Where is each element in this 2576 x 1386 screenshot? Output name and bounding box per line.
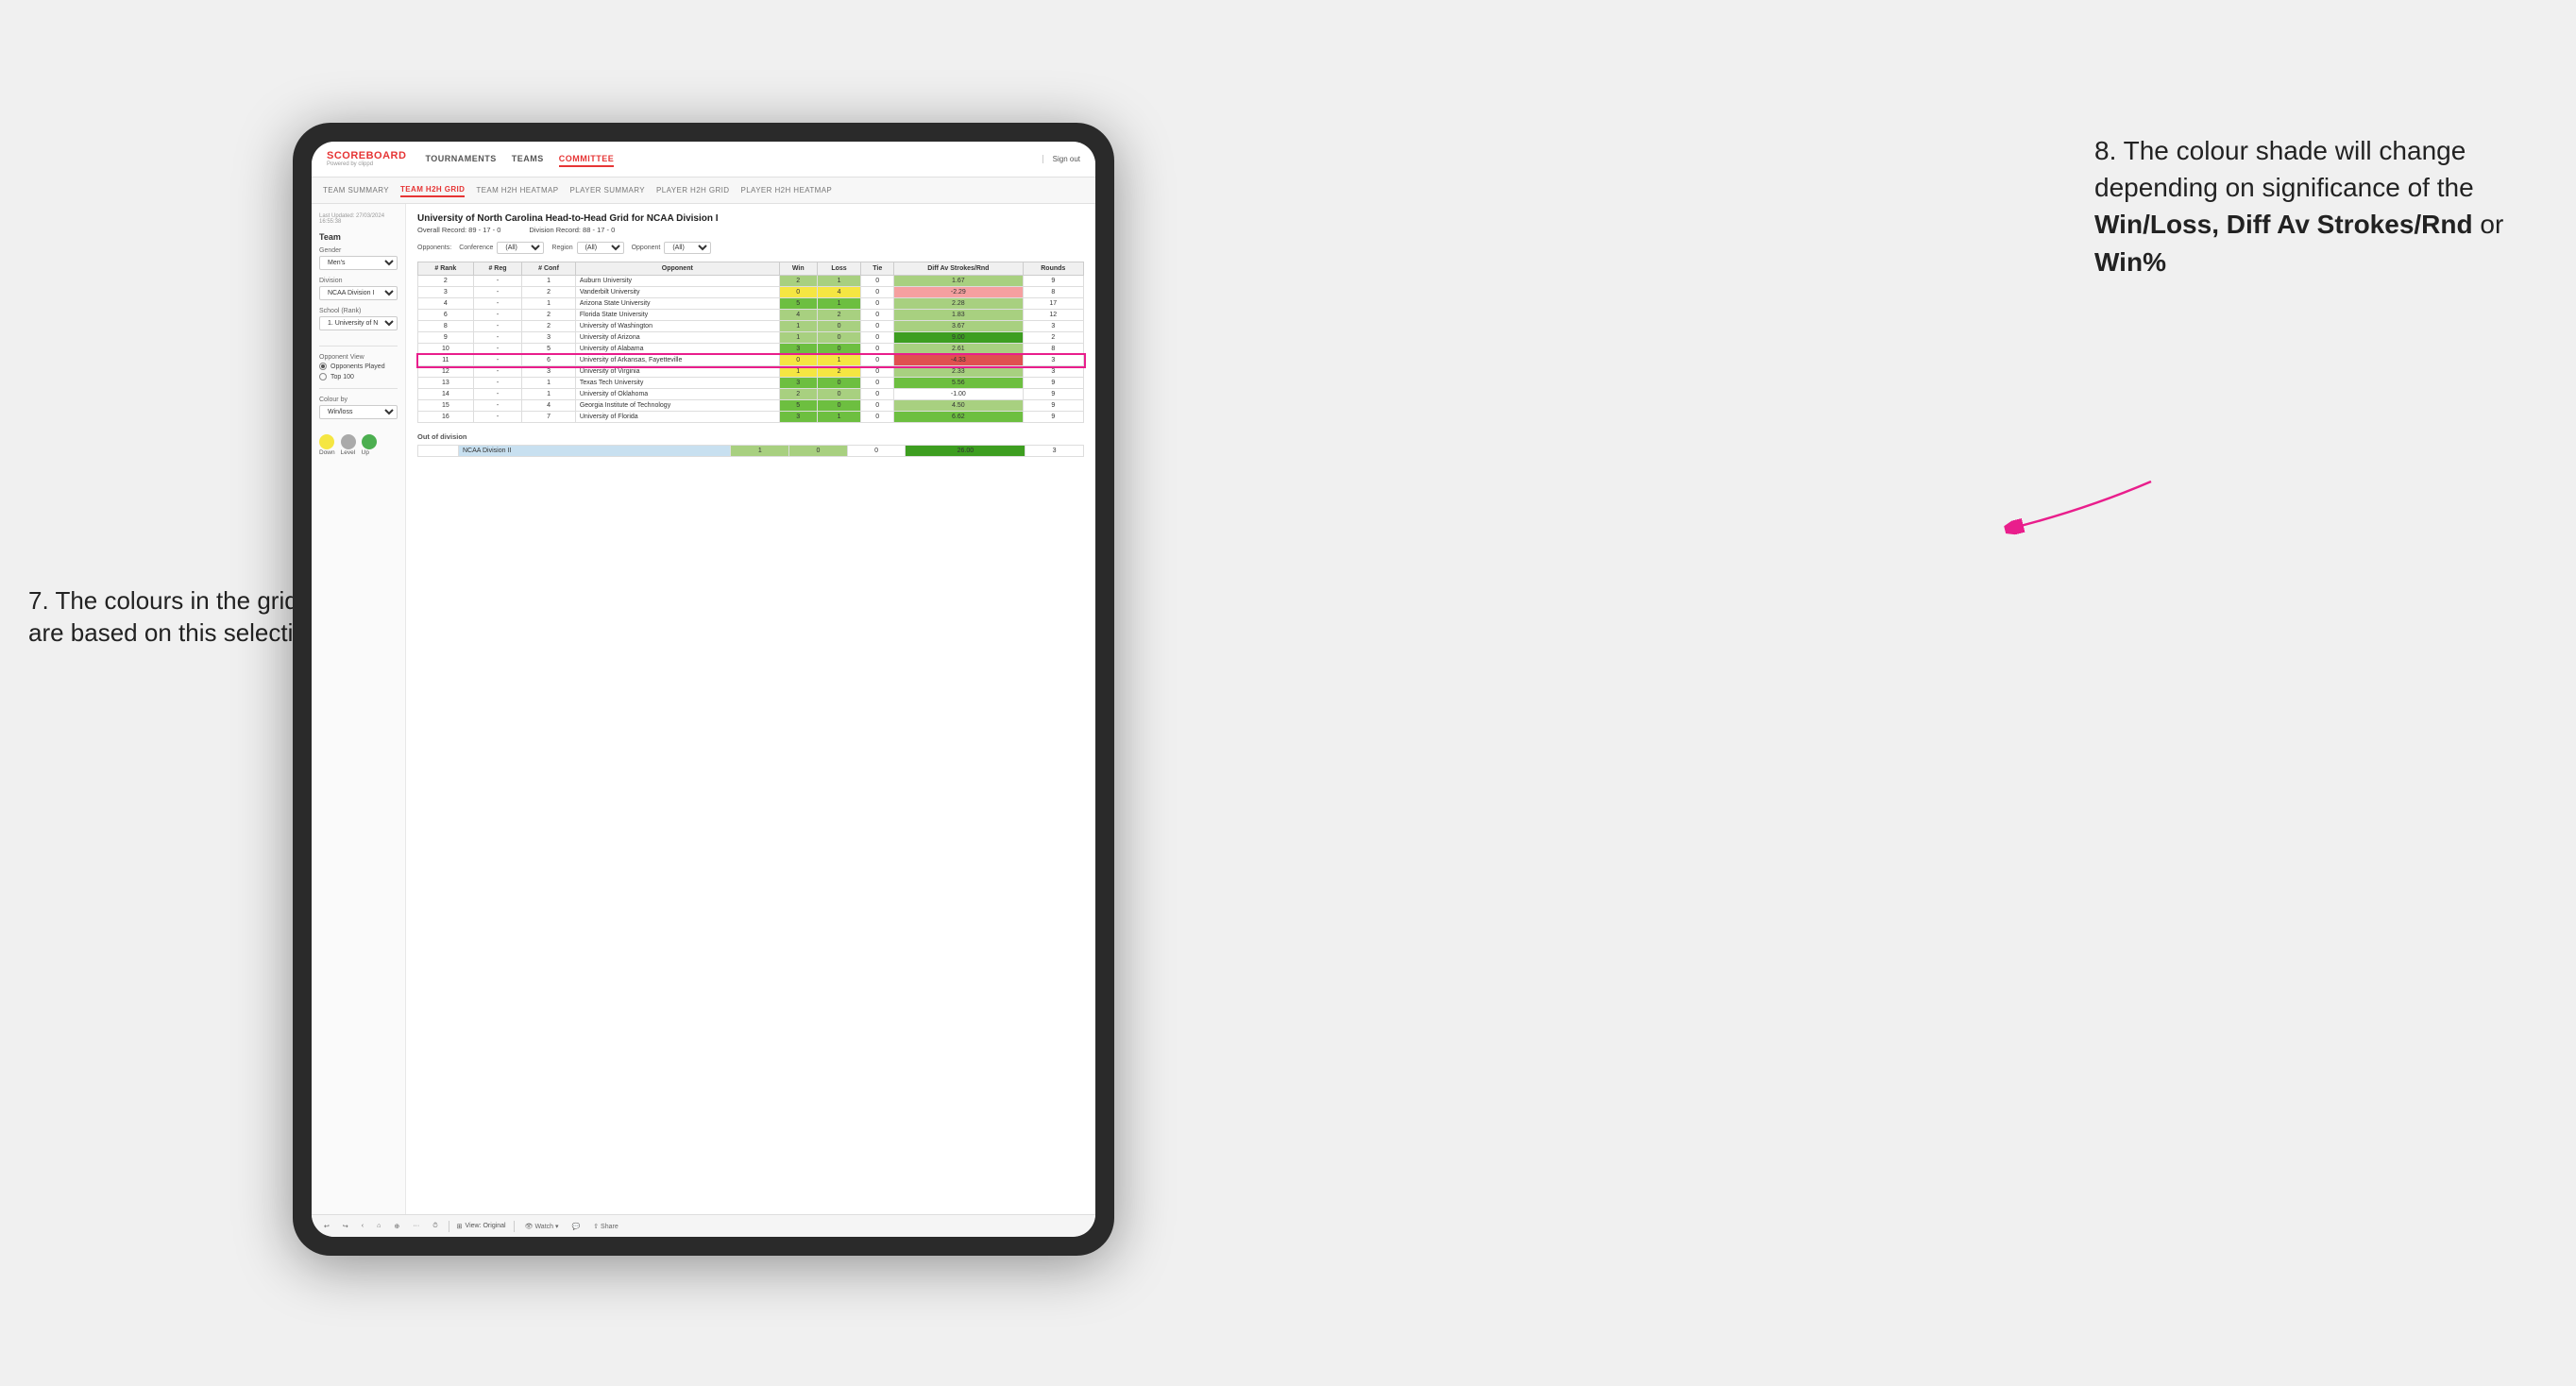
- school-select[interactable]: 1. University of Nort...: [319, 316, 398, 330]
- crop-btn[interactable]: ⊕: [391, 1222, 402, 1231]
- grid-area: University of North Carolina Head-to-Hea…: [406, 204, 1095, 1214]
- col-tie: Tie: [861, 262, 894, 276]
- team-section-title: Team: [319, 232, 398, 242]
- comment-btn[interactable]: 💬: [569, 1222, 584, 1231]
- out-of-division-label: Out of division: [417, 432, 1084, 441]
- table-row: 14: [418, 389, 474, 400]
- gender-label: Gender: [319, 247, 398, 254]
- timestamp: Last Updated: 27/03/2024 16:55:38: [319, 213, 398, 225]
- nav-teams[interactable]: TEAMS: [512, 152, 544, 167]
- col-reg: # Reg: [473, 262, 522, 276]
- filter-opponents: Opponents:: [417, 245, 451, 251]
- app-header: SCOREBOARD Powered by clippd TOURNAMENTS…: [312, 142, 1095, 177]
- opponent-view-radios: Opponents Played Top 100: [319, 363, 398, 380]
- conference-filter-select[interactable]: (All): [497, 242, 544, 254]
- watch-btn[interactable]: 👁 Watch ▾: [522, 1222, 562, 1231]
- grid-subtitle: Overall Record: 89 - 17 - 0 Division Rec…: [417, 226, 1084, 234]
- table-row: 10: [418, 344, 474, 355]
- col-rounds: Rounds: [1023, 262, 1083, 276]
- sub-tab-team-h2h-grid[interactable]: TEAM H2H GRID: [400, 183, 465, 197]
- table-row: 3: [418, 287, 474, 298]
- table-row: 2: [418, 276, 474, 287]
- redo-btn[interactable]: ↪: [340, 1222, 351, 1231]
- h2h-table: # Rank # Reg # Conf Opponent Win Loss Ti…: [417, 262, 1084, 423]
- view-icon: ⊞: [457, 1223, 463, 1230]
- grid-title: University of North Carolina Head-to-Hea…: [417, 213, 1084, 224]
- colour-by-select[interactable]: Win/loss: [319, 405, 398, 419]
- table-row: 6: [418, 310, 474, 321]
- tablet-device: SCOREBOARD Powered by clippd TOURNAMENTS…: [293, 123, 1114, 1256]
- clock-btn[interactable]: ⏱: [430, 1222, 440, 1231]
- annotation-left: 7. The colours in the grid are based on …: [28, 585, 330, 650]
- radio-top-100[interactable]: Top 100: [319, 373, 398, 380]
- opponent-view-label: Opponent View: [319, 354, 398, 361]
- table-row: 12: [418, 366, 474, 378]
- filter-region: Region (All): [551, 242, 623, 254]
- school-label: School (Rank): [319, 308, 398, 314]
- sub-tab-team-summary[interactable]: TEAM SUMMARY: [323, 184, 389, 196]
- sub-navigation: TEAM SUMMARY TEAM H2H GRID TEAM H2H HEAT…: [312, 177, 1095, 204]
- table-row: 9: [418, 332, 474, 344]
- back-btn[interactable]: ‹: [359, 1222, 366, 1230]
- main-nav: TOURNAMENTS TEAMS COMMITTEE: [425, 152, 614, 167]
- share-btn[interactable]: ⇧ Share: [590, 1222, 621, 1231]
- division-select[interactable]: NCAA Division I: [319, 286, 398, 300]
- col-rank: # Rank: [418, 262, 474, 276]
- view-label: View: Original: [466, 1223, 506, 1229]
- sidebar: Last Updated: 27/03/2024 16:55:38 Team G…: [312, 204, 406, 1214]
- table-row: 16: [418, 412, 474, 423]
- col-win: Win: [779, 262, 817, 276]
- filter-opponent: Opponent (All): [632, 242, 712, 254]
- table-row: 13: [418, 378, 474, 389]
- region-filter-select[interactable]: (All): [577, 242, 624, 254]
- color-legend: Down Level Up: [319, 434, 398, 456]
- nav-committee[interactable]: COMMITTEE: [559, 152, 615, 167]
- col-diff: Diff Av Strokes/Rnd: [894, 262, 1023, 276]
- radio-opponents-played[interactable]: Opponents Played: [319, 363, 398, 370]
- col-conf: # Conf: [522, 262, 576, 276]
- nav-tournaments[interactable]: TOURNAMENTS: [425, 152, 496, 167]
- table-row: 15: [418, 400, 474, 412]
- table-row: 8: [418, 321, 474, 332]
- bottom-toolbar: ↩ ↪ ‹ ⌂ ⊕ ··· ⏱ ⊞ View: Original 👁 Watch…: [312, 1214, 1095, 1237]
- sub-tab-player-summary[interactable]: PLAYER SUMMARY: [569, 184, 645, 196]
- division-label: Division: [319, 278, 398, 284]
- tablet-screen: SCOREBOARD Powered by clippd TOURNAMENTS…: [312, 142, 1095, 1237]
- sub-tab-team-h2h-heatmap[interactable]: TEAM H2H HEATMAP: [476, 184, 558, 196]
- col-loss: Loss: [817, 262, 861, 276]
- gender-select[interactable]: Men's: [319, 256, 398, 270]
- filter-row: Opponents: Conference (All) Region (All): [417, 242, 1084, 254]
- undo-btn[interactable]: ↩: [321, 1222, 332, 1231]
- sub-tab-player-h2h-grid[interactable]: PLAYER H2H GRID: [656, 184, 729, 196]
- annotation-right: 8. The colour shade will change dependin…: [2094, 132, 2529, 280]
- view-original[interactable]: ⊞ View: Original: [457, 1223, 506, 1230]
- table-row: 4: [418, 298, 474, 310]
- toolbar-separator-2: [514, 1221, 515, 1232]
- col-opponent: Opponent: [575, 262, 779, 276]
- forward-btn[interactable]: ⌂: [374, 1222, 383, 1230]
- main-content: Last Updated: 27/03/2024 16:55:38 Team G…: [312, 204, 1095, 1214]
- brand-logo: SCOREBOARD Powered by clippd: [327, 151, 406, 167]
- colour-by-label: Colour by: [319, 397, 398, 403]
- more-btn[interactable]: ···: [410, 1222, 422, 1230]
- sub-tab-player-h2h-heatmap[interactable]: PLAYER H2H HEATMAP: [740, 184, 832, 196]
- out-of-division-table: NCAA Division II 1 0 0 26.00 3: [417, 445, 1084, 457]
- opponent-filter-select[interactable]: (All): [664, 242, 711, 254]
- sign-out-button[interactable]: Sign out: [1042, 155, 1080, 163]
- filter-conference: Conference (All): [459, 242, 544, 254]
- table-row: 11: [418, 355, 474, 366]
